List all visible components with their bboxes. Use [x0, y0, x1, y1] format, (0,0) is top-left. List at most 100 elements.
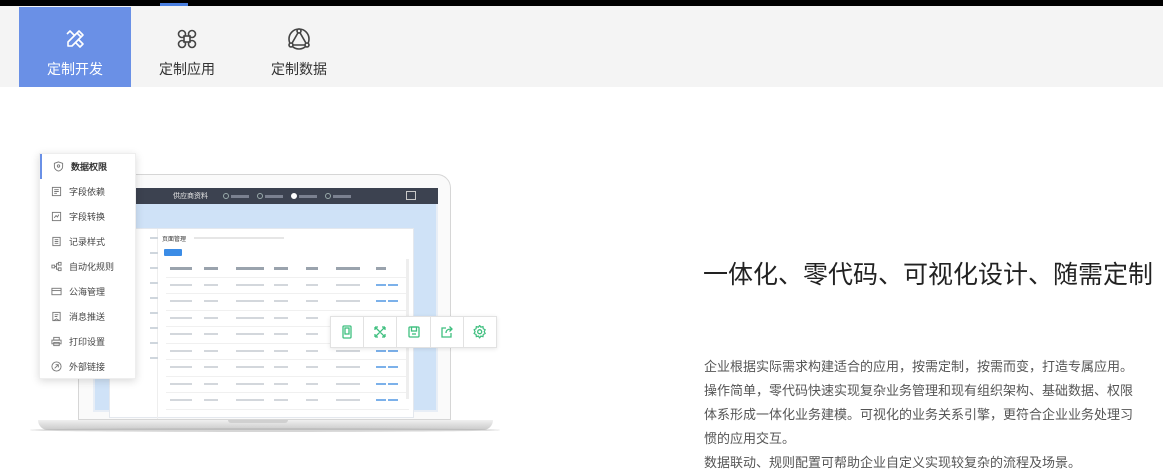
mini-nav-line — [150, 297, 158, 299]
tab-label: 定制应用 — [159, 61, 215, 77]
menu-item-data-permission[interactable]: 数据权限 — [40, 154, 137, 179]
tab-custom-data[interactable]: 定制数据 — [243, 7, 355, 87]
mini-table-cell — [236, 283, 264, 286]
menu-item-field-convert[interactable]: 字段转换 — [40, 204, 137, 229]
mini-nav-line — [150, 327, 158, 329]
laptop-notch — [228, 420, 288, 423]
mini-table-cell — [274, 382, 288, 385]
description-paragraph: 数据联动、规则配置可帮助企业自定义实现较复杂的流程及场景。 — [704, 455, 1082, 470]
mini-table-cell — [306, 300, 318, 302]
mini-table-cell — [274, 349, 288, 352]
mini-table-cell — [170, 333, 192, 335]
app-title: 供应商资料 — [173, 193, 208, 200]
mini-table-cell — [306, 267, 318, 270]
menu-item-pool-management[interactable]: 公海管理 — [40, 279, 137, 304]
mini-table-cell — [336, 283, 360, 286]
mini-table-cell — [170, 300, 192, 302]
mini-table-cell — [274, 300, 288, 302]
mini-table-cell — [274, 283, 288, 286]
menu-item-label: 公海管理 — [69, 287, 106, 297]
mini-table-cell — [306, 349, 318, 352]
pencil-ruler-icon — [66, 30, 84, 48]
mini-nav-line — [150, 267, 158, 269]
mini-table-cell — [388, 399, 398, 401]
automation-icon — [51, 261, 62, 272]
mini-table-cell — [170, 349, 192, 352]
menu-item-automation-rules[interactable]: 自动化规则 — [40, 254, 137, 279]
preview-icon — [406, 191, 416, 200]
mini-table-cell — [236, 316, 264, 319]
laptop-screen: 供应商资料 页面管理 — [93, 188, 438, 419]
mini-table-cell — [336, 399, 360, 401]
menu-item-label: 数据权限 — [71, 162, 108, 172]
menu-item-external-link[interactable]: 外部链接 — [40, 354, 137, 379]
tab-custom-development[interactable]: 定制开发 — [19, 7, 131, 87]
share-button[interactable] — [431, 317, 464, 347]
mini-nav-line — [150, 312, 158, 314]
mini-table-cell — [236, 366, 264, 368]
mini-table-row — [166, 393, 409, 410]
mini-table-row — [166, 377, 409, 393]
mini-table-cell — [306, 382, 318, 385]
app-header: 供应商资料 — [93, 188, 438, 204]
menu-item-label: 字段依赖 — [69, 187, 106, 197]
mini-table-cell — [388, 300, 398, 302]
menu-item-print-settings[interactable]: 打印设置 — [40, 329, 137, 354]
menu-item-field-dependency[interactable]: 字段依赖 — [40, 179, 137, 204]
step-indicator — [223, 192, 353, 200]
mini-table-cell — [204, 382, 218, 385]
mini-table-cell — [336, 382, 360, 385]
mini-table-cell — [236, 382, 264, 385]
mini-nav-line — [150, 357, 158, 359]
mini-table-cell — [170, 267, 192, 270]
mini-table-cell — [204, 349, 218, 352]
mini-table-cell — [388, 349, 398, 352]
mini-table-cell — [274, 366, 288, 368]
mini-table-row — [166, 261, 409, 278]
mini-table-cell — [306, 399, 318, 401]
mini-table-cell — [204, 267, 218, 270]
mini-nav-line — [150, 252, 158, 254]
mini-table-cell — [376, 399, 386, 401]
mini-nav-line — [150, 237, 158, 239]
mini-table-cell — [376, 349, 386, 352]
description-paragraph: 操作简单，零代码快速实现复杂业务管理和现有组织架构、基础数据、权限体系形成一体化… — [704, 383, 1134, 446]
mini-table-cell — [336, 349, 360, 352]
expand-icon — [374, 326, 386, 338]
mini-table-cell — [236, 333, 264, 335]
design-canvas: 页面管理 — [95, 204, 436, 419]
mini-table-cell — [336, 267, 360, 270]
tab-bar: 定制开发 定制应用 定制数据 — [0, 6, 1163, 87]
mini-table-cell — [204, 366, 218, 368]
feature-description: 企业根据实际需求构建适合的应用，按需定制，按需而变，打造专属应用。 操作简单，零… — [704, 355, 1144, 475]
shield-icon — [53, 161, 64, 172]
mini-nav-line — [150, 282, 158, 284]
record-style-icon — [52, 236, 61, 247]
tab-label: 定制数据 — [271, 61, 327, 77]
settings-button[interactable] — [464, 317, 496, 347]
mini-table-cell — [204, 316, 218, 319]
mini-table-cell — [336, 366, 360, 368]
mini-table-cell — [274, 399, 288, 401]
mini-table-cell — [274, 316, 288, 319]
mini-table-cell — [376, 366, 386, 368]
expand-button[interactable] — [364, 317, 398, 347]
command-icon — [177, 29, 197, 49]
mobile-view-button[interactable] — [331, 317, 365, 347]
mini-table-cell — [236, 349, 264, 352]
mini-table-cell — [204, 399, 218, 401]
menu-item-message-push[interactable]: 消息推送 — [40, 304, 137, 329]
tab-custom-application[interactable]: 定制应用 — [131, 7, 243, 87]
save-button[interactable] — [397, 317, 431, 347]
mini-table-cell — [204, 333, 218, 335]
description-paragraph: 企业根据实际需求构建适合的应用，按需定制，按需而变，打造专属应用。 — [704, 359, 1134, 374]
gear-icon — [473, 325, 486, 339]
feature-stage: 供应商资料 页面管理 数据权限 字段依赖 字段转换 记录样式 自动化规则 公海管… — [0, 87, 1163, 470]
menu-item-record-style[interactable]: 记录样式 — [40, 229, 137, 254]
mini-table-row — [166, 294, 409, 311]
link-icon — [51, 361, 62, 372]
mobile-icon — [342, 325, 352, 339]
feature-headline: 一体化、零代码、可视化设计、随需定制 — [703, 261, 1154, 289]
menu-item-label: 外部链接 — [69, 362, 106, 372]
mini-nav-line — [150, 342, 158, 344]
